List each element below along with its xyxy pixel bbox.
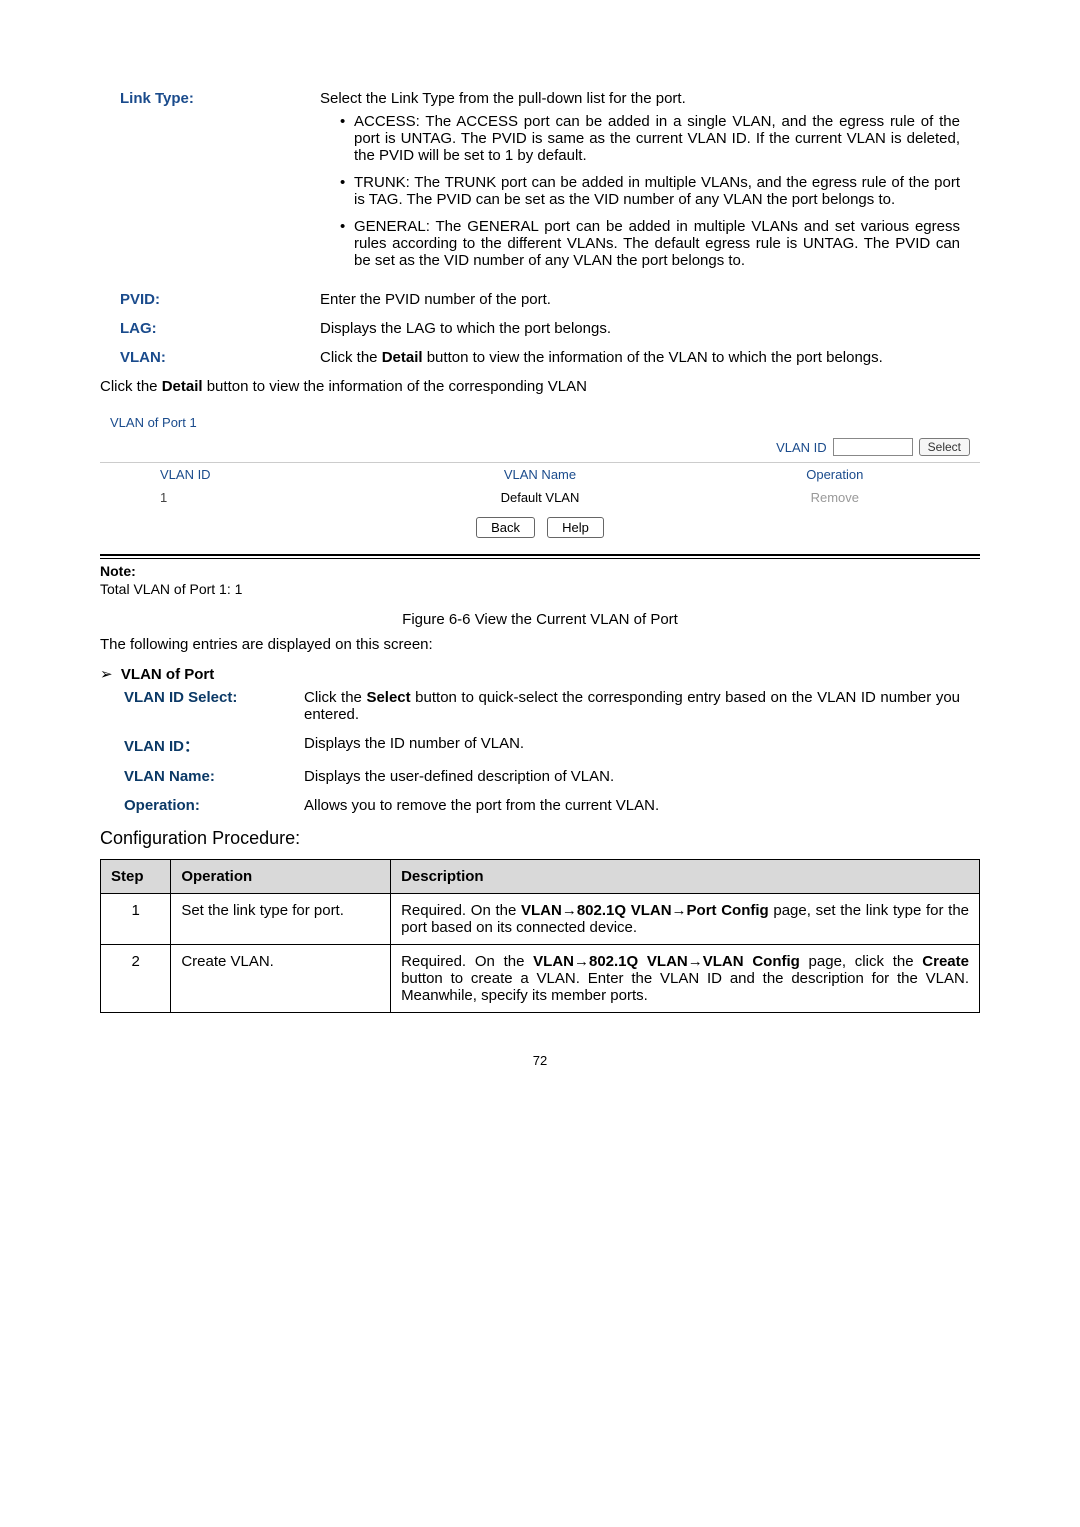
select-button[interactable]: Select (919, 438, 970, 456)
lag-text: Displays the LAG to which the port belon… (320, 320, 980, 337)
cell-operation: Create VLAN. (171, 945, 391, 1013)
link-type-bullet-general: GENERAL: The GENERAL port can be added i… (340, 218, 960, 269)
config-procedure-heading: Configuration Procedure: (100, 828, 980, 849)
vlan-text-bold: Detail (382, 349, 423, 366)
pvid-label: PVID: (100, 291, 320, 308)
cell-operation: Set the link type for port. (171, 894, 391, 945)
back-button[interactable]: Back (476, 517, 535, 538)
table-row: 1 Default VLAN Remove (100, 486, 980, 509)
col-step: Step (101, 860, 171, 894)
vlanid-input[interactable] (833, 438, 913, 456)
vlanid-select-def-label: VLAN ID Select: (124, 689, 304, 706)
vlan-text-a: Click the (320, 349, 382, 366)
cell-vlanname: Default VLAN (390, 486, 689, 509)
link-type-bullet-trunk: TRUNK: The TRUNK port can be added in mu… (340, 174, 960, 208)
desc2-b: page, click the (800, 953, 922, 970)
table-header-row: VLAN ID VLAN Name Operation (100, 463, 980, 487)
vlanname-def-label: VLAN Name: (124, 768, 304, 785)
cell-description: Required. On the VLAN→802.1Q VLAN→Port C… (391, 894, 980, 945)
vlan-text-b: button to view the information of the VL… (423, 349, 883, 366)
cell-vlanid: 1 (100, 486, 390, 509)
vlan-text: Click the Detail button to view the info… (320, 349, 980, 366)
help-button[interactable]: Help (547, 517, 604, 538)
page-number: 72 (100, 1053, 980, 1068)
link-type-intro: Select the Link Type from the pull-down … (320, 90, 960, 107)
lag-label: LAG: (100, 320, 320, 337)
desc2-c: button to create a VLAN. Enter the VLAN … (401, 970, 969, 1004)
cell-description: Required. On the VLAN→802.1Q VLAN→VLAN C… (391, 945, 980, 1013)
table-header-row: Step Operation Description (101, 860, 980, 894)
table-row: 2 Create VLAN. Required. On the VLAN→802… (101, 945, 980, 1013)
operation-def-text: Allows you to remove the port from the c… (304, 797, 980, 814)
cell-step: 2 (101, 945, 171, 1013)
desc2-bold2: Create (922, 953, 969, 970)
click-detail-line: Click the Detail button to view the info… (100, 378, 980, 395)
note-head: Note: (100, 563, 980, 579)
vlanid-select-bold: Select (366, 689, 410, 706)
vlanid-select-label: VLAN ID (776, 440, 827, 455)
click-detail-post: button to view the information of the co… (203, 378, 587, 395)
col-vlanname: VLAN Name (390, 463, 689, 487)
table-row: 1 Set the link type for port. Required. … (101, 894, 980, 945)
figure-caption: Figure 6-6 View the Current VLAN of Port (100, 611, 980, 628)
col-operation: Operation (690, 463, 980, 487)
vlan-of-port-heading: VLAN of Port (100, 665, 980, 683)
click-detail-bold: Detail (162, 378, 203, 395)
vlanid-def-label: VLAN ID： (124, 735, 304, 756)
cell-step: 1 (101, 894, 171, 945)
note-body: Total VLAN of Port 1: 1 (100, 581, 980, 597)
col-description: Description (391, 860, 980, 894)
vlanid-select-def-text: Click the Select button to quick-select … (304, 689, 980, 723)
col-vlanid: VLAN ID (100, 463, 390, 487)
divider (100, 558, 980, 559)
panel-title: VLAN of Port 1 (100, 407, 980, 436)
vlan-table: VLAN ID VLAN Name Operation 1 Default VL… (100, 462, 980, 509)
config-table: Step Operation Description 1 Set the lin… (100, 859, 980, 1013)
vlan-label: VLAN: (100, 349, 320, 366)
link-type-label: Link Type: (100, 90, 320, 107)
desc1-a: Required. On the (401, 902, 521, 919)
vlan-panel: VLAN of Port 1 VLAN ID Select VLAN ID VL… (100, 407, 980, 546)
vlanid-select-a: Click the (304, 689, 366, 706)
cell-operation-remove[interactable]: Remove (690, 486, 980, 509)
vlanid-def-text: Displays the ID number of VLAN. (304, 735, 980, 752)
desc2-a: Required. On the (401, 953, 533, 970)
col-operation: Operation (171, 860, 391, 894)
entries-line: The following entries are displayed on t… (100, 636, 980, 653)
desc1-bold: VLAN→802.1Q VLAN→Port Config (521, 902, 769, 919)
desc2-bold1: VLAN→802.1Q VLAN→VLAN Config (533, 953, 800, 970)
pvid-text: Enter the PVID number of the port. (320, 291, 980, 308)
operation-def-label: Operation: (124, 797, 304, 814)
link-type-bullet-access: ACCESS: The ACCESS port can be added in … (340, 113, 960, 164)
click-detail-pre: Click the (100, 378, 162, 395)
divider (100, 554, 980, 556)
vlanname-def-text: Displays the user-defined description of… (304, 768, 980, 785)
